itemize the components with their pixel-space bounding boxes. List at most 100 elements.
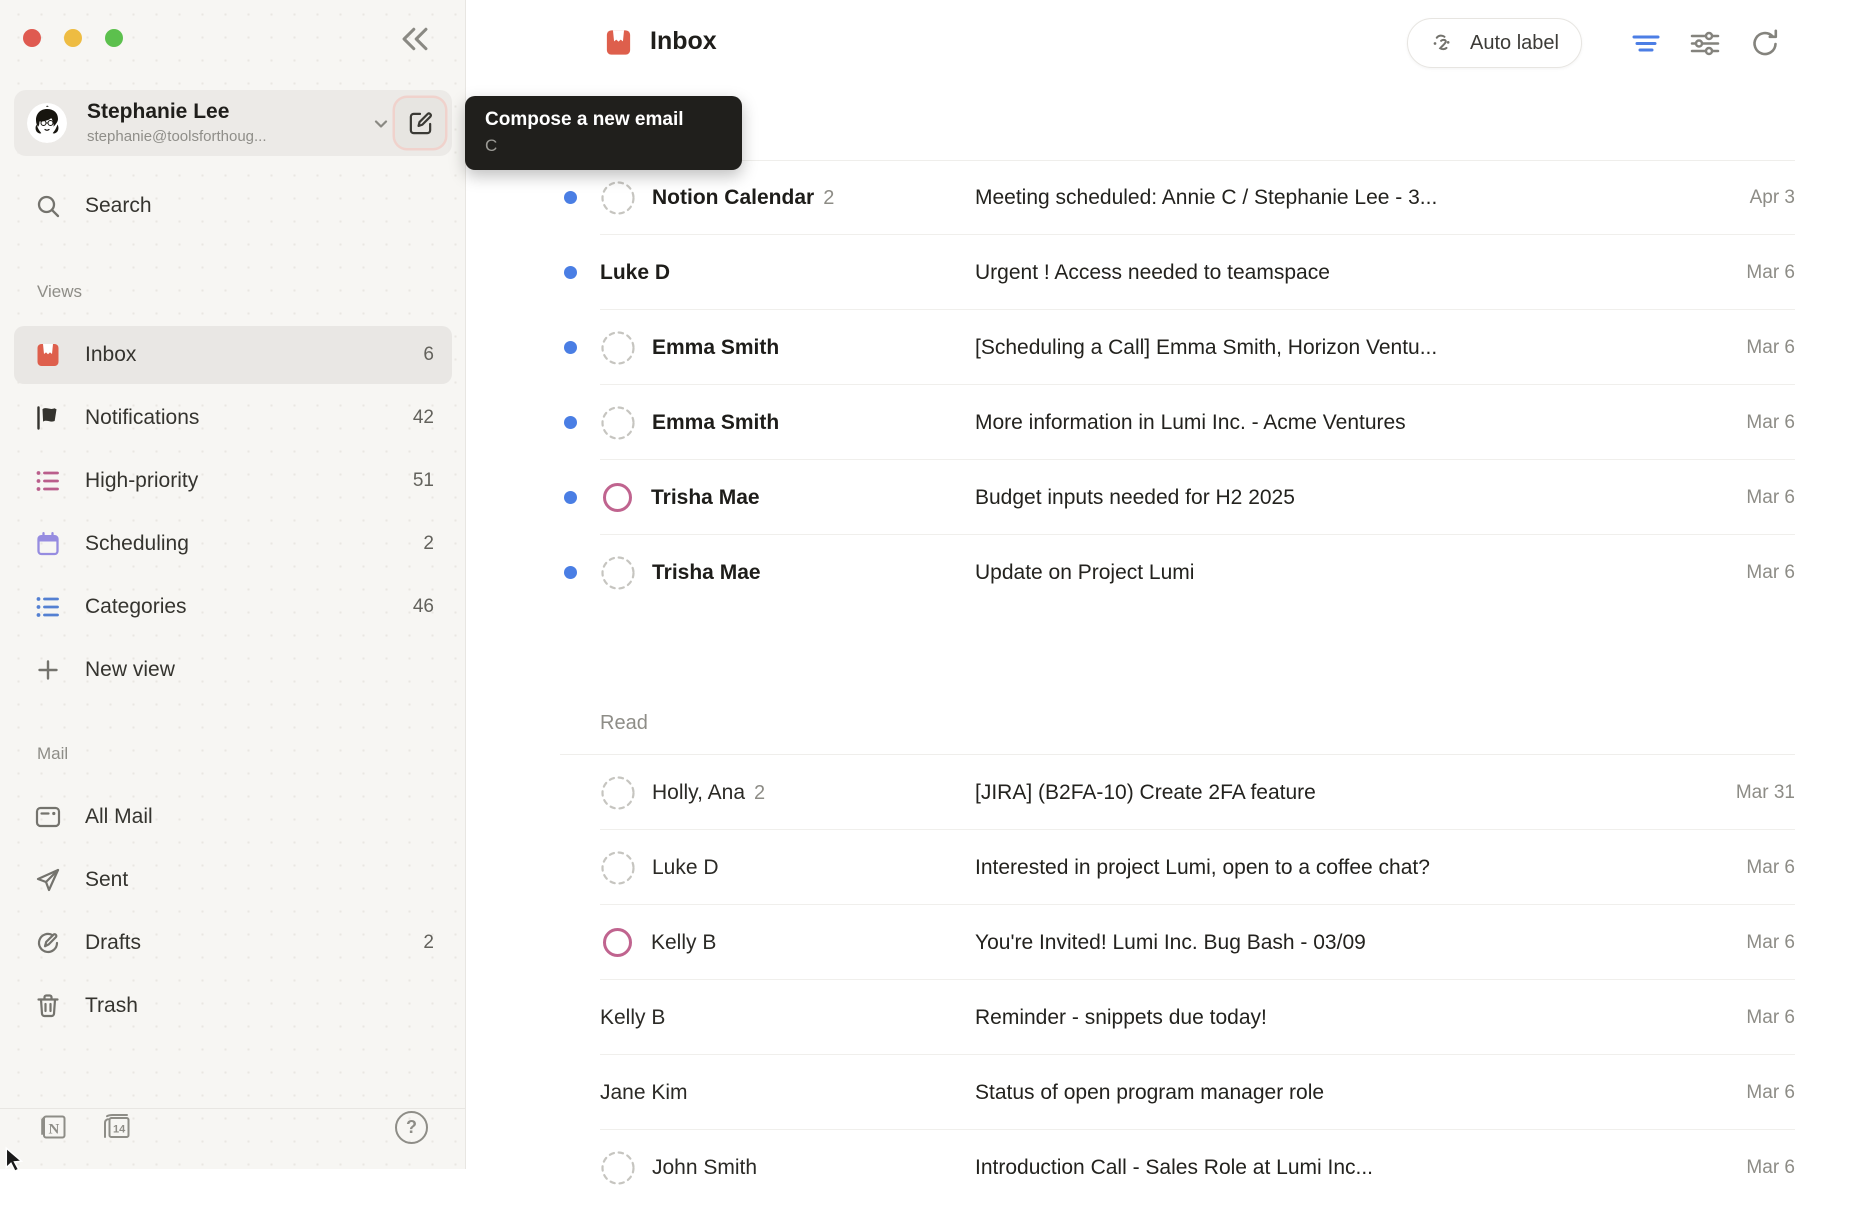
sidebar-item-notifications[interactable]: Notifications42 — [14, 389, 452, 447]
avatar-placeholder[interactable] — [600, 1150, 636, 1186]
collapse-sidebar-icon[interactable] — [398, 22, 432, 56]
sidebar-item-categories[interactable]: Categories46 — [14, 578, 452, 636]
email-date: Mar 6 — [1700, 412, 1795, 434]
unread-indicator-slot — [560, 416, 600, 429]
email-row[interactable]: Kelly BYou're Invited! Lumi Inc. Bug Bas… — [560, 905, 1795, 980]
zoom-window-button[interactable] — [105, 29, 123, 47]
avatar-placeholder[interactable] — [600, 775, 636, 811]
email-date: Apr 3 — [1700, 187, 1795, 209]
sidebar-item-label: High-priority — [85, 469, 413, 493]
notion-calendar-icon[interactable]: 14 — [100, 1110, 134, 1144]
tooltip-title: Compose a new email — [485, 109, 722, 131]
email-row[interactable]: Luke DUrgent ! Access needed to teamspac… — [560, 235, 1795, 310]
sender-name: Luke D — [652, 856, 719, 879]
tooltip-shortcut: C — [485, 136, 722, 156]
avatar-placeholder[interactable] — [600, 405, 636, 441]
thread-count: 2 — [754, 782, 765, 804]
compose-button[interactable] — [395, 98, 445, 148]
email-subject: Status of open program manager role — [975, 1081, 1700, 1105]
help-icon[interactable]: ? — [395, 1111, 428, 1144]
account-switcher[interactable]: Stephanie Lee stephanie@toolsforthoug... — [14, 90, 452, 156]
sidebar-item-drafts[interactable]: Drafts2 — [14, 914, 452, 972]
unread-indicator-slot — [560, 566, 600, 579]
read-section-header: Read — [560, 691, 1795, 755]
avatar-placeholder[interactable] — [600, 850, 636, 886]
sidebar-item-sent[interactable]: Sent — [14, 851, 452, 909]
avatar-placeholder[interactable] — [600, 180, 636, 216]
email-subject: [JIRA] (B2FA-10) Create 2FA feature — [975, 781, 1700, 805]
read-section: Holly, Ana 2 [JIRA] (B2FA-10) Create 2FA f… — [560, 755, 1795, 1205]
views-list: Inbox6Notifications42High-priority51Sche… — [14, 326, 452, 704]
compose-tooltip: Compose a new email C — [465, 96, 742, 170]
email-date: Mar 6 — [1700, 857, 1795, 879]
sidebar-item-inbox[interactable]: Inbox6 — [14, 326, 452, 384]
email-date: Mar 6 — [1700, 487, 1795, 509]
categories-icon — [34, 593, 62, 621]
high-priority-icon — [34, 467, 62, 495]
account-name: Stephanie Lee — [87, 100, 229, 124]
avatar-ring[interactable] — [603, 928, 632, 957]
filter-icon[interactable] — [1628, 25, 1664, 61]
close-window-button[interactable] — [23, 29, 41, 47]
sender-name: Trisha Mae — [652, 561, 761, 584]
unread-indicator-slot — [560, 266, 600, 279]
trash-icon — [34, 992, 62, 1020]
sidebar-item-count: 42 — [413, 407, 434, 429]
avatar-placeholder[interactable] — [600, 330, 636, 366]
sender-name: Holly, Ana — [652, 781, 745, 804]
email-row[interactable]: Trisha MaeUpdate on Project LumiMar 6 — [560, 535, 1795, 610]
email-subject: Meeting scheduled: Annie C / Stephanie L… — [975, 186, 1700, 210]
search-input[interactable]: Search — [14, 182, 452, 230]
all-mail-icon — [34, 803, 62, 831]
sidebar-item-scheduling[interactable]: Scheduling2 — [14, 515, 452, 573]
sidebar-item-count: 46 — [413, 596, 434, 618]
sidebar-item-count: 2 — [423, 533, 434, 555]
auto-label-button[interactable]: Auto label — [1407, 18, 1582, 68]
email-row[interactable]: Kelly BReminder - snippets due today!Mar… — [560, 980, 1795, 1055]
sidebar-item-label: Notifications — [85, 406, 413, 430]
unread-section: Notion Calendar2Meeting scheduled: Annie… — [560, 160, 1795, 610]
avatar-placeholder[interactable] — [600, 555, 636, 591]
email-row[interactable]: John SmithIntroduction Call - Sales Role… — [560, 1130, 1795, 1205]
email-date: Mar 6 — [1700, 562, 1795, 584]
display-settings-icon[interactable] — [1687, 25, 1723, 61]
email-row[interactable]: Luke DInterested in project Lumi, open t… — [560, 830, 1795, 905]
sender-name: Jane Kim — [600, 1081, 688, 1104]
email-row[interactable]: Notion Calendar2Meeting scheduled: Annie… — [560, 160, 1795, 235]
avatar-ring[interactable] — [603, 483, 632, 512]
sidebar-item-label: All Mail — [85, 805, 434, 829]
email-list: Notion Calendar2Meeting scheduled: Annie… — [560, 160, 1795, 1205]
email-row[interactable]: Emma Smith[Scheduling a Call] Emma Smith… — [560, 310, 1795, 385]
sidebar-item-count: 6 — [423, 344, 434, 366]
refresh-icon[interactable] — [1747, 25, 1783, 61]
email-row[interactable]: Trisha MaeBudget inputs needed for H2 20… — [560, 460, 1795, 535]
chevron-down-icon[interactable] — [372, 115, 390, 133]
mouse-cursor — [2, 1146, 28, 1172]
email-date: Mar 31 — [1700, 782, 1795, 804]
email-row[interactable]: Jane Kim Status of open program manager r… — [560, 1055, 1795, 1130]
sender-name: Kelly B — [651, 931, 716, 954]
email-date: Mar 6 — [1700, 1007, 1795, 1029]
minimize-window-button[interactable] — [64, 29, 82, 47]
sidebar-item-label: New view — [85, 658, 434, 682]
email-row[interactable]: Holly, Ana 2 [JIRA] (B2FA-10) Create 2FA f… — [560, 755, 1795, 830]
email-date: Mar 6 — [1700, 337, 1795, 359]
sidebar-item-all-mail[interactable]: All Mail — [14, 788, 452, 846]
sent-icon — [34, 866, 62, 894]
sidebar-item-new-view[interactable]: New view — [14, 641, 452, 699]
sidebar-item-label: Drafts — [85, 931, 423, 955]
notion-logo-icon[interactable]: N — [37, 1110, 71, 1144]
sidebar-item-high-priority[interactable]: High-priority51 — [14, 452, 452, 510]
auto-label-text: Auto label — [1470, 32, 1559, 55]
sidebar-item-count: 51 — [413, 470, 434, 492]
sender-name: Kelly B — [600, 1006, 665, 1029]
email-date: Mar 6 — [1700, 1157, 1795, 1179]
svg-text:N: N — [49, 1122, 60, 1138]
sidebar-item-trash[interactable]: Trash — [14, 977, 452, 1035]
email-date: Mar 6 — [1700, 1082, 1795, 1104]
email-date: Mar 6 — [1700, 932, 1795, 954]
email-subject: Introduction Call - Sales Role at Lumi I… — [975, 1156, 1700, 1180]
email-row[interactable]: Emma SmithMore information in Lumi Inc. … — [560, 385, 1795, 460]
sender-name: Emma Smith — [652, 411, 779, 434]
email-date: Mar 6 — [1700, 262, 1795, 284]
